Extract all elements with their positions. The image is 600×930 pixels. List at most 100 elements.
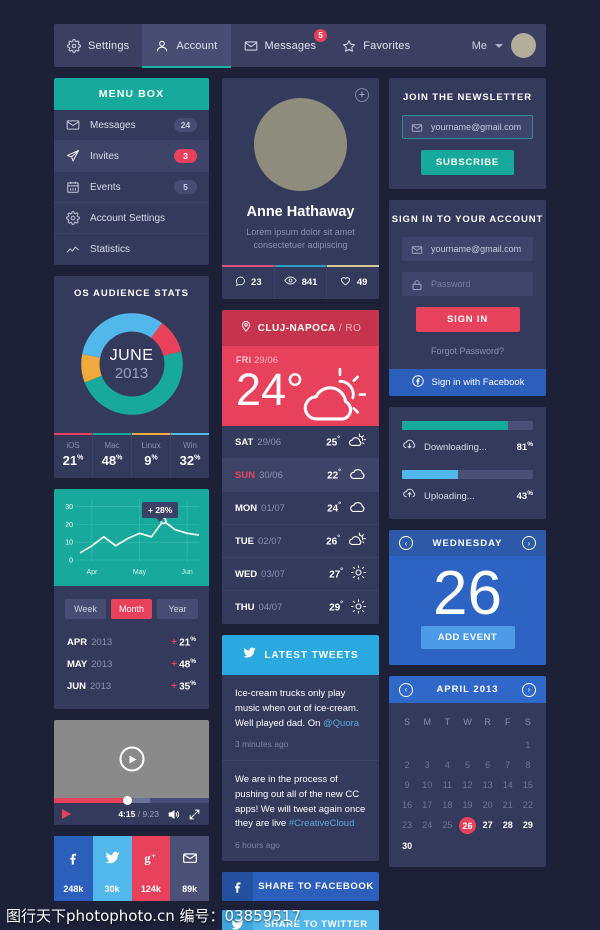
calendar-day[interactable]: 13 xyxy=(478,775,498,795)
calendar-day[interactable]: 5 xyxy=(457,755,477,775)
video-scrubber-handle[interactable] xyxy=(122,796,132,805)
calendar-day-of-week: R xyxy=(484,717,491,728)
profile-stat-views[interactable]: 841 xyxy=(274,265,328,300)
calendar-day[interactable]: 16 xyxy=(397,795,417,815)
day-number: 26 xyxy=(433,559,502,628)
sidebar-item-messages[interactable]: Messages 24 xyxy=(54,110,209,141)
social-tile-googleplus[interactable]: g + 124k xyxy=(131,836,171,901)
weather-forecast-row[interactable]: WED 03/07 27° xyxy=(222,558,379,592)
calendar-day[interactable]: 12 xyxy=(457,775,477,795)
sidebar-item-invites[interactable]: Invites 3 xyxy=(54,141,209,172)
nav-item-settings[interactable]: Settings xyxy=(54,24,142,67)
forecast-temp: 25° xyxy=(326,435,340,449)
nav-user-menu[interactable]: Me xyxy=(472,24,546,67)
nav-item-account[interactable]: Account xyxy=(142,24,231,68)
calendar-day[interactable]: 10 xyxy=(417,775,437,795)
forgot-password-link[interactable]: Forgot Password? xyxy=(389,346,546,369)
os-audience-stats-card: OS AUDIENCE STATS JUNE 2013 iOS 21% Mac … xyxy=(54,276,209,478)
social-tile-twitter[interactable]: 30k xyxy=(92,836,132,901)
download-progress-track xyxy=(402,421,533,430)
sidebar-item-statistics[interactable]: Statistics xyxy=(54,234,209,265)
calendar-day[interactable]: 22 xyxy=(518,795,538,815)
calendar-day[interactable]: 6 xyxy=(478,755,498,775)
watermark: 图行天下photophoto.cn 编号：03859517 xyxy=(6,907,301,925)
nav-item-messages[interactable]: Messages 5 xyxy=(231,24,330,67)
stat-row: MAY 2013 +48% xyxy=(54,653,209,675)
chevron-left-icon[interactable]: ‹ xyxy=(399,682,413,697)
sidebar-item-events[interactable]: Events 5 xyxy=(54,172,209,203)
weather-forecast-row[interactable]: SUN 30/06 22° xyxy=(222,459,379,493)
calendar-day[interactable]: 27 xyxy=(478,815,498,836)
signin-card: SIGN IN TO YOUR ACCOUNT yourname@gmail.c… xyxy=(389,200,546,396)
profile-stat-comments[interactable]: 23 xyxy=(222,265,275,300)
legend-value: 9% xyxy=(144,453,158,468)
svg-text:30: 30 xyxy=(65,504,73,511)
calendar-day[interactable]: 4 xyxy=(437,755,457,775)
calendar-day[interactable]: 30 xyxy=(397,836,417,856)
profile-photo[interactable] xyxy=(254,98,347,191)
period-week-button[interactable]: Week xyxy=(65,599,106,619)
signin-with-facebook-button[interactable]: Sign in with Facebook xyxy=(389,369,546,396)
calendar-day[interactable]: 15 xyxy=(518,775,538,795)
calendar-day[interactable]: 11 xyxy=(437,775,457,795)
social-tile-facebook[interactable]: 248k xyxy=(54,836,93,901)
volume-icon[interactable] xyxy=(167,808,180,821)
fullscreen-icon[interactable] xyxy=(188,808,201,821)
calendar-day[interactable]: 2 xyxy=(397,755,417,775)
chevron-right-icon[interactable]: › xyxy=(522,536,536,550)
calendar-day[interactable]: 23 xyxy=(397,815,417,836)
period-month-button[interactable]: Month xyxy=(111,599,152,619)
forecast-date: 29/06 xyxy=(257,436,282,448)
nav-item-favorites[interactable]: Favorites xyxy=(329,24,423,67)
video-controls: 4:15 / 9:23 xyxy=(54,803,209,825)
newsletter-email-input[interactable]: yourname@gmail.com xyxy=(402,115,533,139)
video-surface[interactable] xyxy=(54,720,209,798)
newsletter-email-value: yourname@gmail.com xyxy=(431,122,522,132)
weather-forecast-row[interactable]: THU 04/07 29° xyxy=(222,591,379,624)
video-scrubber[interactable] xyxy=(54,796,209,805)
weather-forecast-row[interactable]: TUE 02/07 26° xyxy=(222,525,379,559)
social-tile-email[interactable]: 89k xyxy=(170,836,209,901)
sidebar-item-account-settings[interactable]: Account Settings xyxy=(54,203,209,234)
calendar-day[interactable]: 29 xyxy=(518,815,538,836)
calendar-day[interactable]: 19 xyxy=(457,795,477,815)
period-year-button[interactable]: Year xyxy=(157,599,198,619)
calendar-day[interactable]: 8 xyxy=(518,755,538,775)
calendar-day[interactable]: 21 xyxy=(498,795,518,815)
tweet-hashtag[interactable]: #CreativeCloud xyxy=(289,818,354,829)
avatar[interactable] xyxy=(511,33,536,58)
calendar-day[interactable]: 25 xyxy=(437,815,457,836)
chevron-left-icon[interactable]: ‹ xyxy=(399,536,413,550)
stat-percent: +48% xyxy=(171,657,196,671)
calendar-day[interactable]: 3 xyxy=(417,755,437,775)
calendar-day[interactable]: 7 xyxy=(498,755,518,775)
subscribe-button[interactable]: SUBSCRIBE xyxy=(421,150,514,175)
facebook-icon xyxy=(222,872,253,902)
add-icon[interactable]: + xyxy=(355,88,369,102)
calendar-day[interactable]: 24 xyxy=(417,815,437,836)
calendar-blank xyxy=(498,735,518,755)
stat-row: JUN 2013 +35% xyxy=(54,675,209,697)
weather-forecast-row[interactable]: MON 01/07 24° xyxy=(222,492,379,526)
envelope-icon xyxy=(411,121,423,133)
calendar-day[interactable]: 18 xyxy=(437,795,457,815)
calendar-day[interactable]: 14 xyxy=(498,775,518,795)
profile-stat-likes[interactable]: 49 xyxy=(327,265,379,299)
play-icon[interactable] xyxy=(62,809,71,819)
calendar-day[interactable]: 9 xyxy=(397,775,417,795)
sun-icon xyxy=(350,565,367,583)
add-event-button[interactable]: ADD EVENT xyxy=(420,626,515,650)
signin-button[interactable]: SIGN IN xyxy=(415,307,520,332)
calendar-day[interactable]: 28 xyxy=(498,815,518,836)
chevron-right-icon[interactable]: › xyxy=(522,682,536,697)
share-to-facebook-button[interactable]: SHARE TO FACEBOOK xyxy=(222,872,379,902)
calendar-day[interactable]: 17 xyxy=(417,795,437,815)
calendar-day-today[interactable]: 26 xyxy=(457,815,477,836)
calendar-day[interactable]: 20 xyxy=(478,795,498,815)
signin-email-input[interactable]: yourname@gmail.com xyxy=(402,237,533,261)
calendar-day[interactable]: 1 xyxy=(518,735,538,755)
play-overlay-button[interactable] xyxy=(119,746,144,772)
nav-me-label: Me xyxy=(471,39,487,52)
signin-password-input[interactable]: Password xyxy=(402,272,533,296)
tweet-mention[interactable]: @Quora xyxy=(323,718,359,729)
